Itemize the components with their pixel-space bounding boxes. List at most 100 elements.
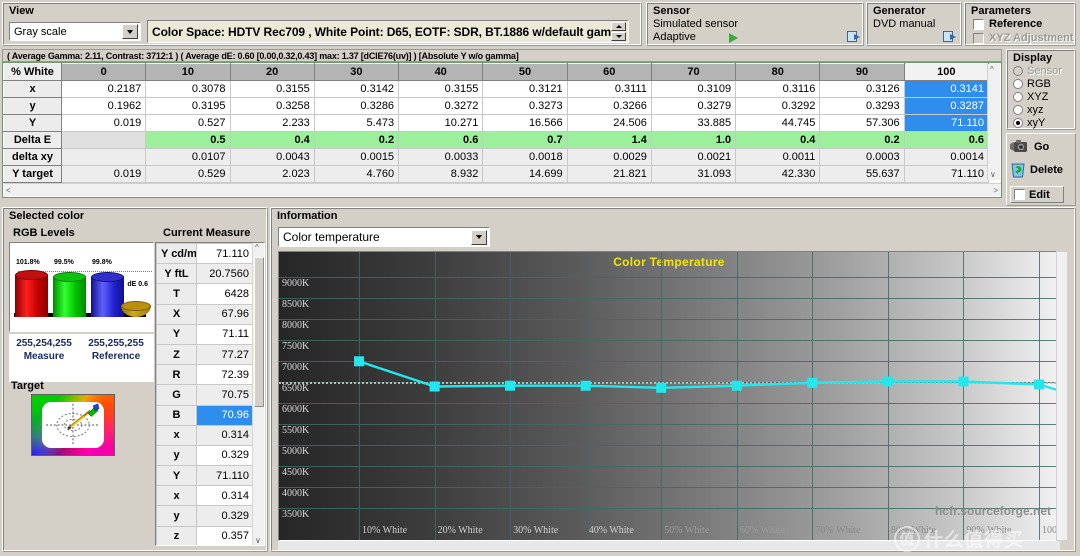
table-cell[interactable]: 0.3111 — [566, 80, 652, 98]
table-cell[interactable]: 0.3293 — [819, 97, 905, 115]
reference-checkbox-row[interactable]: Reference — [973, 18, 1042, 30]
table-cell[interactable]: 0.3266 — [566, 97, 652, 115]
chart-vertical-scrollbar[interactable] — [1056, 251, 1068, 541]
go-button[interactable]: Go — [1009, 136, 1075, 158]
table-cell[interactable]: 21.821 — [566, 165, 652, 183]
table-column-header[interactable]: 20 — [229, 63, 315, 81]
scroll-left-icon[interactable]: < — [6, 186, 11, 195]
table-cell[interactable]: 0.0003 — [819, 148, 905, 166]
colorspace-readout[interactable]: Color Space: HDTV Rec709 , White Point: … — [147, 20, 629, 43]
table-cell[interactable]: 0.3109 — [650, 80, 737, 98]
table-cell[interactable]: 0.3126 — [819, 80, 905, 98]
sensor-config-icon[interactable] — [847, 30, 861, 44]
delete-button[interactable]: Delete — [1009, 159, 1075, 181]
measure-row[interactable]: G 70.75 — [156, 384, 254, 406]
measure-value[interactable]: 70.75 — [196, 384, 254, 406]
measure-value[interactable]: 67.96 — [196, 303, 254, 325]
measure-value[interactable]: 20.7560 — [196, 263, 254, 285]
table-vertical-scrollbar[interactable]: ^ ∨ — [987, 64, 1000, 180]
table-column-header[interactable]: 80 — [735, 63, 821, 81]
display-option-xyy[interactable]: xyY — [1013, 117, 1045, 129]
edit-checkbox[interactable] — [1014, 189, 1025, 200]
table-cell[interactable]: 16.566 — [482, 114, 568, 132]
table-horizontal-scrollbar[interactable]: < > — [4, 183, 1001, 196]
table-cell[interactable]: 57.306 — [819, 114, 905, 132]
table-cell[interactable]: 0.3121 — [482, 80, 568, 98]
measure-list-scrollbar[interactable]: ^ ∨ — [252, 243, 264, 545]
table-cell[interactable]: 0.3273 — [482, 97, 568, 115]
table-cell[interactable]: 10.271 — [398, 114, 484, 132]
scroll-right-icon[interactable]: > — [993, 186, 998, 195]
color-temperature-chart[interactable]: Color Temperature 9000K 8500K 8000K 7500K 70… — [278, 251, 1060, 541]
table-cell[interactable]: 0.019 — [60, 165, 147, 183]
measure-value[interactable]: 72.39 — [196, 364, 254, 386]
table-cell[interactable]: 0.3141 — [903, 80, 990, 98]
measure-value[interactable]: 6428 — [196, 283, 254, 305]
radio-xyz-icon[interactable] — [1013, 92, 1023, 102]
measure-value[interactable]: 0.329 — [196, 505, 254, 527]
generator-config-icon[interactable] — [943, 30, 957, 44]
table-cell[interactable]: 0.529 — [145, 165, 231, 183]
measure-value[interactable]: 77.27 — [196, 343, 254, 366]
measurements-table-container[interactable]: % White 0 10 20 30 40 50 60 70 80 90 100 x 0.2187 0.30… — [2, 62, 1002, 198]
table-cell[interactable]: 0.0021 — [650, 148, 737, 166]
table-cell[interactable]: 0.7 — [482, 131, 568, 149]
measure-value[interactable]: 71.110 — [196, 465, 254, 487]
table-cell[interactable]: 2.233 — [229, 114, 315, 132]
measure-value[interactable]: 0.314 — [196, 485, 254, 507]
table-cell[interactable]: 1.0 — [650, 131, 737, 149]
table-cell[interactable]: 0.3078 — [145, 80, 231, 98]
table-cell[interactable]: 8.932 — [398, 165, 484, 183]
table-cell[interactable]: 5.473 — [313, 114, 400, 132]
table-column-header[interactable]: 40 — [398, 63, 484, 81]
table-row[interactable]: x 0.2187 0.3078 0.3155 0.3142 0.3155 0.3121 0.3… — [3, 80, 990, 98]
table-cell[interactable]: 0.4 — [735, 131, 821, 149]
table-cell[interactable]: 0.3287 — [903, 97, 990, 115]
table-cell[interactable]: 0.0033 — [398, 148, 484, 166]
view-mode-select[interactable]: Gray scale — [9, 22, 141, 41]
measure-row[interactable]: y 0.329 — [156, 505, 254, 527]
table-cell[interactable]: 0.1962 — [60, 97, 147, 115]
display-option-rgb[interactable]: RGB — [1013, 78, 1051, 90]
chevron-down-icon[interactable] — [122, 24, 138, 39]
table-cell[interactable]: 0.0011 — [735, 148, 821, 166]
chart-horizontal-scrollbar[interactable] — [278, 541, 1060, 550]
table-cell[interactable]: 31.093 — [650, 165, 737, 183]
table-cell[interactable]: 0.3195 — [145, 97, 231, 115]
display-option-xyz[interactable]: XYZ — [1013, 91, 1048, 103]
table-cell[interactable]: 0.3292 — [735, 97, 821, 115]
table-cell[interactable]: 44.745 — [735, 114, 821, 132]
target-color-swatch[interactable] — [31, 394, 115, 456]
table-cell[interactable]: 0.3258 — [229, 97, 315, 115]
table-cell[interactable]: 42.330 — [735, 165, 821, 183]
table-cell[interactable]: 2.023 — [229, 165, 315, 183]
table-cell[interactable]: 0.019 — [60, 114, 147, 132]
table-cell[interactable]: 0.527 — [145, 114, 231, 132]
table-cell[interactable] — [60, 148, 147, 166]
measure-row[interactable]: x 0.314 — [156, 485, 254, 507]
table-cell[interactable]: 4.760 — [313, 165, 400, 183]
colorspace-spinner[interactable] — [611, 22, 626, 41]
table-cell[interactable]: 0.2187 — [60, 80, 147, 98]
measure-row[interactable]: y 0.329 — [156, 444, 254, 467]
table-cell[interactable]: 0.6 — [398, 131, 484, 149]
scroll-up-icon[interactable]: ^ — [990, 65, 994, 74]
table-cell[interactable]: 55.637 — [819, 165, 905, 183]
table-cell[interactable]: 0.4 — [229, 131, 315, 149]
table-cell[interactable]: 14.699 — [482, 165, 568, 183]
radio-rgb-icon[interactable] — [1013, 79, 1023, 89]
measure-row[interactable]: X 67.96 — [156, 303, 254, 325]
table-cell[interactable]: 0.0043 — [229, 148, 315, 166]
table-column-header[interactable]: 0 — [60, 63, 147, 81]
play-icon[interactable] — [729, 33, 738, 43]
table-cell[interactable]: 71.110 — [903, 165, 990, 183]
table-cell[interactable]: 0.0107 — [145, 148, 231, 166]
scroll-down-icon[interactable]: ∨ — [990, 170, 996, 179]
information-view-select[interactable]: Color temperature — [278, 227, 490, 247]
radio-xyz-lower-icon[interactable] — [1013, 105, 1023, 115]
measure-value[interactable]: 0.329 — [196, 444, 254, 467]
table-cell[interactable]: 24.506 — [566, 114, 652, 132]
measure-value[interactable]: 0.314 — [196, 424, 254, 446]
measure-row[interactable]: T 6428 — [156, 283, 254, 305]
table-cell[interactable]: 0.0014 — [903, 148, 990, 166]
